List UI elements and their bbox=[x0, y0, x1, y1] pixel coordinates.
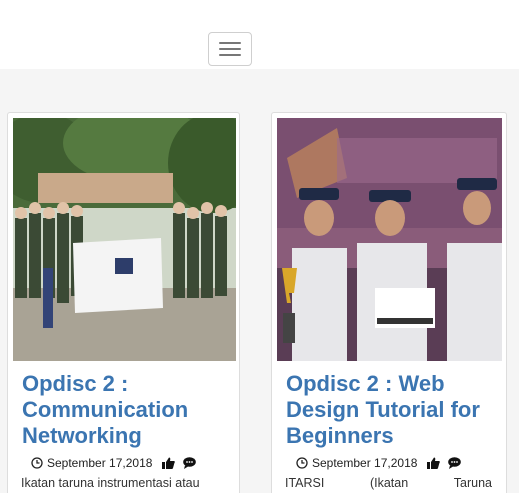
post-1-thumbnail-image[interactable] bbox=[13, 118, 236, 361]
hamburger-menu-button[interactable] bbox=[208, 32, 252, 66]
clock-icon bbox=[31, 457, 43, 469]
post-2-excerpt: ITARSI (Ikatan Taruna bbox=[285, 474, 492, 492]
hamburger-line bbox=[219, 54, 241, 56]
comment-icon[interactable] bbox=[183, 457, 197, 469]
post-1-meta: September 17,2018 bbox=[31, 455, 200, 471]
thumbs-up-icon[interactable] bbox=[427, 457, 441, 469]
top-navbar bbox=[0, 0, 519, 69]
post-1-date: September 17,2018 bbox=[47, 456, 153, 470]
hamburger-line bbox=[219, 48, 241, 50]
hamburger-line bbox=[219, 42, 241, 44]
comment-icon[interactable] bbox=[448, 457, 462, 469]
excerpt-word: Taruna bbox=[453, 476, 492, 490]
post-card-2: Opdisc 2 : Web Design Tutorial for Begin… bbox=[271, 112, 507, 493]
post-2-meta: September 17,2018 bbox=[296, 455, 465, 471]
post-2-date: September 17,2018 bbox=[312, 456, 418, 470]
excerpt-word: ITARSI bbox=[285, 476, 325, 490]
post-1-excerpt: Ikatan taruna instrumentasi atau bbox=[21, 476, 200, 490]
post-2-thumbnail-image[interactable] bbox=[277, 118, 502, 361]
thumbs-up-icon[interactable] bbox=[162, 457, 176, 469]
post-card-1: Opdisc 2 : Communication Networking Sept… bbox=[7, 112, 240, 493]
post-1-title[interactable]: Opdisc 2 : Communication Networking bbox=[22, 371, 232, 449]
clock-icon bbox=[296, 457, 308, 469]
excerpt-word: (Ikatan bbox=[369, 476, 409, 490]
post-2-title[interactable]: Opdisc 2 : Web Design Tutorial for Begin… bbox=[286, 371, 501, 449]
